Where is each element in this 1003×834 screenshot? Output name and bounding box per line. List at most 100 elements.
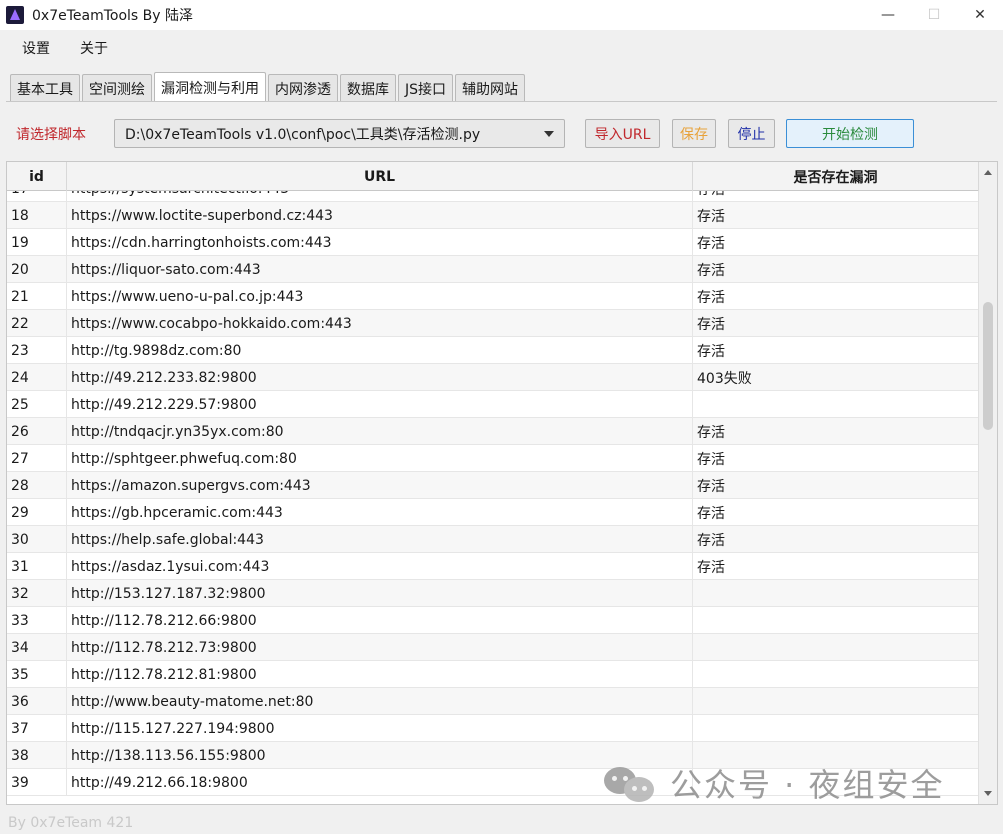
tab-1[interactable]: 空间测绘 (82, 74, 152, 102)
cell-id: 17 (7, 191, 67, 202)
cell-status (693, 634, 979, 661)
table-header: id URL 是否存在漏洞 (7, 162, 979, 191)
cell-id: 21 (7, 283, 67, 310)
cell-url: http://138.113.56.155:9800 (67, 742, 693, 769)
table-row[interactable]: 19 https://cdn.harringtonhoists.com:443 存活 (7, 229, 979, 256)
menu-settings[interactable]: 设置 (18, 36, 54, 60)
maximize-button[interactable]: ☐ (911, 0, 957, 30)
cell-status (693, 607, 979, 634)
cell-url: http://112.78.212.66:9800 (67, 607, 693, 634)
cell-url: https://cdn.harringtonhoists.com:443 (67, 229, 693, 256)
cell-url: http://tndqacjr.yn35yx.com:80 (67, 418, 693, 445)
cell-id: 26 (7, 418, 67, 445)
scroll-thumb[interactable] (983, 302, 993, 430)
table-row[interactable]: 29 https://gb.hpceramic.com:443 存活 (7, 499, 979, 526)
table-row[interactable]: 37 http://115.127.227.194:9800 (7, 715, 979, 742)
table-row[interactable]: 33 http://112.78.212.66:9800 (7, 607, 979, 634)
cell-status: 存活 (693, 472, 979, 499)
table-row[interactable]: 21 https://www.ueno-u-pal.co.jp:443 存活 (7, 283, 979, 310)
vertical-scrollbar[interactable] (978, 162, 997, 804)
table-row[interactable]: 18 https://www.loctite-superbond.cz:443 存活 (7, 202, 979, 229)
cell-url: http://49.212.66.18:9800 (67, 769, 693, 796)
minimize-button[interactable]: — (865, 0, 911, 30)
cell-status (693, 715, 979, 742)
cell-id: 20 (7, 256, 67, 283)
scroll-down-icon[interactable] (984, 791, 992, 796)
tab-0[interactable]: 基本工具 (10, 74, 80, 102)
cell-url: http://115.127.227.194:9800 (67, 715, 693, 742)
tab-divider (6, 101, 997, 102)
script-label: 请选择脚本 (16, 127, 86, 143)
table-body: 17https://systemsarchitect.io:443存活18htt… (7, 191, 979, 804)
cell-url: https://systemsarchitect.io:443 (67, 191, 693, 202)
table-row[interactable]: 28 https://amazon.supergvs.com:443 存活 (7, 472, 979, 499)
tab-3[interactable]: 内网渗透 (268, 74, 338, 102)
cell-status: 存活 (693, 191, 979, 202)
table-row[interactable]: 30 https://help.safe.global:443 存活 (7, 526, 979, 553)
save-button[interactable]: 保存 (672, 119, 716, 148)
tab-bar: 基本工具 空间测绘 漏洞检测与利用 内网渗透 数据库 JS接口 辅助网站 (10, 72, 527, 102)
table-row[interactable]: 35 http://112.78.212.81:9800 (7, 661, 979, 688)
close-button[interactable]: ✕ (957, 0, 1003, 30)
cell-id: 29 (7, 499, 67, 526)
app-logo-icon (6, 6, 24, 24)
table-row[interactable]: 27 http://sphtgeer.phwefuq.com:80 存活 (7, 445, 979, 472)
table-row[interactable]: 34 http://112.78.212.73:9800 (7, 634, 979, 661)
scroll-up-icon[interactable] (984, 170, 992, 175)
table-row[interactable]: 26 http://tndqacjr.yn35yx.com:80 存活 (7, 418, 979, 445)
cell-url: http://153.127.187.32:9800 (67, 580, 693, 607)
cell-id: 38 (7, 742, 67, 769)
cell-id: 33 (7, 607, 67, 634)
status-footer: By 0x7eTeam 421 (8, 815, 134, 831)
cell-status: 存活 (693, 202, 979, 229)
tab-2[interactable]: 漏洞检测与利用 (154, 72, 266, 102)
cell-id: 22 (7, 310, 67, 337)
menu-about[interactable]: 关于 (76, 36, 112, 60)
table-row[interactable]: 32 http://153.127.187.32:9800 (7, 580, 979, 607)
wechat-icon (604, 763, 656, 803)
cell-url: https://help.safe.global:443 (67, 526, 693, 553)
cell-status: 存活 (693, 229, 979, 256)
column-header-url[interactable]: URL (67, 162, 693, 191)
table-row[interactable]: 20 https://liquor-sato.com:443 存活 (7, 256, 979, 283)
window-controls: — ☐ ✕ (865, 0, 1003, 30)
chevron-down-icon (544, 131, 554, 137)
cell-url: https://www.loctite-superbond.cz:443 (67, 202, 693, 229)
menu-bar: 设置 关于 (0, 34, 1003, 62)
table-row[interactable]: 31 https://asdaz.1ysui.com:443 存活 (7, 553, 979, 580)
cell-status: 存活 (693, 418, 979, 445)
cell-url: http://www.beauty-matome.net:80 (67, 688, 693, 715)
table-row[interactable]: 22 https://www.cocabpo-hokkaido.com:443 存活 (7, 310, 979, 337)
cell-url: http://tg.9898dz.com:80 (67, 337, 693, 364)
tab-6[interactable]: 辅助网站 (455, 74, 526, 102)
cell-status: 存活 (693, 283, 979, 310)
cell-url: https://www.cocabpo-hokkaido.com:443 (67, 310, 693, 337)
cell-status (693, 580, 979, 607)
results-table[interactable]: id URL 是否存在漏洞 17https://systemsarchitect… (6, 161, 998, 805)
table-row[interactable]: 36 http://www.beauty-matome.net:80 (7, 688, 979, 715)
stop-button[interactable]: 停止 (728, 119, 775, 148)
start-scan-button[interactable]: 开始检测 (786, 119, 914, 148)
cell-id: 37 (7, 715, 67, 742)
cell-status: 存活 (693, 337, 979, 364)
tab-5[interactable]: JS接口 (398, 74, 454, 102)
cell-url: http://49.212.229.57:9800 (67, 391, 693, 418)
watermark-text: 公众号 · 夜组安全 (670, 766, 945, 804)
table-row[interactable]: 24 http://49.212.233.82:9800 403失败 (7, 364, 979, 391)
cell-id: 18 (7, 202, 67, 229)
table-row[interactable]: 23 http://tg.9898dz.com:80 存活 (7, 337, 979, 364)
table-row[interactable]: 17https://systemsarchitect.io:443存活 (7, 191, 979, 202)
import-url-button[interactable]: 导入URL (585, 119, 660, 148)
cell-status: 403失败 (693, 364, 979, 391)
column-header-vuln[interactable]: 是否存在漏洞 (693, 162, 979, 191)
script-select[interactable]: D:\0x7eTeamTools v1.0\conf\poc\工具类\存活检测.… (114, 119, 565, 148)
tab-4[interactable]: 数据库 (340, 74, 396, 102)
cell-id: 30 (7, 526, 67, 553)
table-row[interactable]: 25 http://49.212.229.57:9800 (7, 391, 979, 418)
cell-status: 存活 (693, 553, 979, 580)
column-header-id[interactable]: id (7, 162, 67, 191)
cell-id: 39 (7, 769, 67, 796)
cell-status: 存活 (693, 310, 979, 337)
cell-status (693, 661, 979, 688)
cell-url: http://112.78.212.73:9800 (67, 634, 693, 661)
